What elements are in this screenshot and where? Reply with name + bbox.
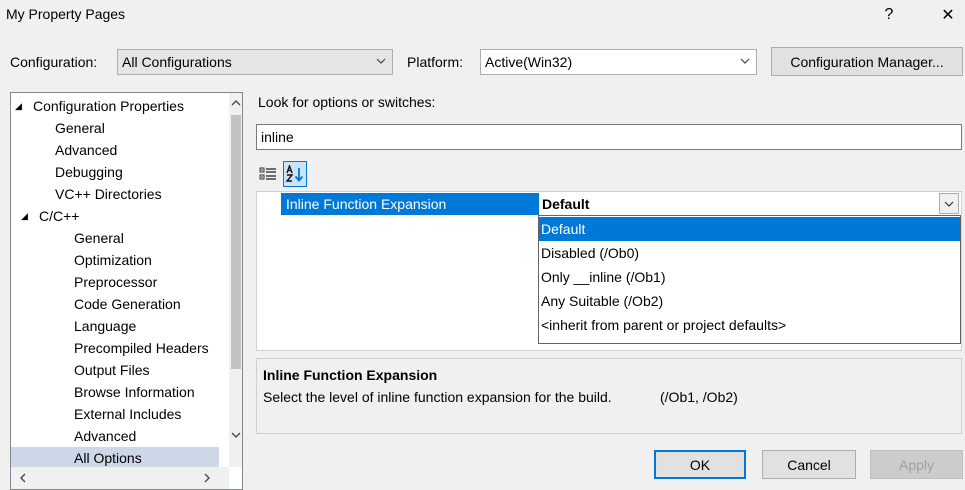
tree-item[interactable]: External Includes xyxy=(11,403,219,425)
alphabetical-view-button[interactable] xyxy=(283,161,307,187)
search-label: Look for options or switches: xyxy=(258,94,436,110)
close-icon: ✕ xyxy=(941,7,955,24)
chevron-down-icon[interactable] xyxy=(230,429,242,441)
tree-item-label: Configuration Properties xyxy=(33,98,184,114)
tree-item[interactable]: Preprocessor xyxy=(11,271,219,293)
tree-item-label: General xyxy=(74,230,124,246)
dropdown-option[interactable]: Default xyxy=(539,217,960,241)
tree-item[interactable]: General xyxy=(11,117,219,139)
description-title: Inline Function Expansion xyxy=(263,367,438,383)
chevron-up-icon[interactable] xyxy=(230,97,242,109)
tree-item-label: Advanced xyxy=(74,428,137,444)
tree-item[interactable]: Optimization xyxy=(11,249,219,271)
dropdown-option[interactable]: <inherit from parent or project defaults… xyxy=(539,313,960,337)
chevron-down-icon xyxy=(944,201,954,207)
configuration-manager-button[interactable]: Configuration Manager... xyxy=(771,47,963,76)
sort-alphabetical-icon xyxy=(285,165,304,182)
platform-value: Active(Win32) xyxy=(485,54,573,70)
tree-item-label: All Options xyxy=(74,450,142,466)
tree-expander-icon[interactable]: ◢ xyxy=(21,205,28,227)
property-name-cell[interactable]: Inline Function Expansion xyxy=(281,193,539,215)
tree-horizontal-scrollbar[interactable] xyxy=(11,467,229,489)
tree-item-label: External Includes xyxy=(74,406,182,422)
tree-item-label: Browse Information xyxy=(74,384,195,400)
configuration-value: All Configurations xyxy=(122,54,232,70)
tree-item[interactable]: General xyxy=(11,227,219,249)
tree-item-label: Precompiled Headers xyxy=(74,340,209,356)
tree-item[interactable]: VC++ Directories xyxy=(11,183,219,205)
ok-button[interactable]: OK xyxy=(654,450,746,479)
value-dropdown-list: Default Disabled (/Ob0) Only __inline (/… xyxy=(538,215,961,344)
tree-item[interactable]: All Options xyxy=(11,447,219,469)
help-icon: ? xyxy=(884,6,894,23)
tree-item-label: C/C++ xyxy=(39,208,80,224)
dropdown-option[interactable]: Disabled (/Ob0) xyxy=(539,241,960,265)
tree-item[interactable]: Advanced xyxy=(11,425,219,447)
window-title: My Property Pages xyxy=(6,6,126,22)
tree-item-label: Preprocessor xyxy=(74,274,158,290)
platform-select[interactable]: Active(Win32) xyxy=(480,49,757,75)
help-button[interactable]: ? xyxy=(866,0,912,30)
tree-scroll-thumb[interactable] xyxy=(231,115,241,369)
tree-expander-icon[interactable]: ◢ xyxy=(15,95,22,117)
tree-item-label: Optimization xyxy=(74,252,152,268)
categorized-list-icon xyxy=(259,167,276,180)
tree-item[interactable]: ◢ Configuration Properties xyxy=(11,95,219,117)
chevron-down-icon xyxy=(376,58,386,64)
property-value-cell[interactable]: Default xyxy=(539,193,960,215)
tree-item[interactable]: Browse Information xyxy=(11,381,219,403)
tree-item[interactable]: Language xyxy=(11,315,219,337)
chevron-down-icon xyxy=(740,58,750,64)
tree-item-label: Advanced xyxy=(55,142,118,158)
categorized-view-button[interactable] xyxy=(256,161,280,187)
configuration-select[interactable]: All Configurations xyxy=(117,49,393,75)
tree-item[interactable]: Debugging xyxy=(11,161,219,183)
tree-item[interactable]: Advanced xyxy=(11,139,219,161)
tree-item[interactable]: Code Generation xyxy=(11,293,219,315)
tree-item-label: Debugging xyxy=(55,164,123,180)
tree-item-label: Language xyxy=(74,318,137,334)
dropdown-option[interactable]: Any Suitable (/Ob2) xyxy=(539,289,960,313)
property-dropdown-button[interactable] xyxy=(939,193,959,214)
tree-item[interactable]: ◢ C/C++ xyxy=(11,205,219,227)
description-switches: (/Ob1, /Ob2) xyxy=(660,389,738,405)
cancel-button[interactable]: Cancel xyxy=(762,450,856,479)
tree-item-label: VC++ Directories xyxy=(55,186,162,202)
description-text: Select the level of inline function expa… xyxy=(263,389,612,405)
property-tree: ◢ Configuration Properties General Advanced… xyxy=(10,92,243,490)
chevron-right-icon[interactable] xyxy=(201,472,213,484)
chevron-left-icon[interactable] xyxy=(17,472,29,484)
apply-button[interactable]: Apply xyxy=(870,450,963,479)
tree-item-label: General xyxy=(55,120,105,136)
tree-item-label: Output Files xyxy=(74,362,150,378)
tree-vertical-scrollbar[interactable] xyxy=(229,93,242,467)
dropdown-option[interactable]: Only __inline (/Ob1) xyxy=(539,265,960,289)
tree-item-label: Code Generation xyxy=(74,296,181,312)
tree-item[interactable]: Precompiled Headers xyxy=(11,337,219,359)
close-button[interactable]: ✕ xyxy=(925,0,965,30)
tree-item[interactable]: Output Files xyxy=(11,359,219,381)
platform-label: Platform: xyxy=(407,54,464,70)
configuration-label: Configuration: xyxy=(10,54,98,70)
search-input[interactable]: inline xyxy=(256,124,962,150)
